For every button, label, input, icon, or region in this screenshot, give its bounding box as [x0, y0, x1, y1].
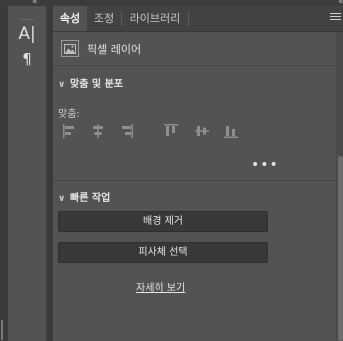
quick-actions-header[interactable]: ∨ 빠른 작업 [58, 189, 110, 204]
panel-tab-bar: 속성 조정 라이브러리 [53, 6, 343, 32]
layer-type-row: 픽셀 레이어 [53, 32, 336, 66]
align-label: 맞춤: [58, 109, 80, 120]
quick-actions-title: 빠른 작업 [70, 193, 111, 204]
more-options-icon[interactable]: ••• [251, 157, 279, 173]
tab-divider [188, 11, 189, 26]
layer-type-label: 픽셀 레이어 [87, 43, 142, 56]
align-distribute-title: 맞춤 및 분포 [70, 79, 123, 90]
tab-adjustments[interactable]: 조정 [87, 6, 121, 31]
dock-resize-handle[interactable] [1, 320, 3, 340]
paragraph-panel-icon[interactable]: ¶ [8, 48, 46, 70]
align-right-edges-icon[interactable] [118, 123, 134, 139]
align-bottom-edges-icon[interactable] [223, 123, 239, 139]
character-panel-icon[interactable]: A| [8, 23, 46, 45]
chevron-down-icon: ∨ [58, 80, 66, 90]
align-left-edges-icon[interactable] [62, 123, 78, 139]
tab-libraries[interactable]: 라이브러리 [122, 6, 188, 31]
align-horizontal-centers-icon[interactable] [90, 123, 106, 139]
align-vertical-centers-icon[interactable] [194, 123, 210, 139]
left-dock-edge [0, 6, 8, 341]
align-distribute-header[interactable]: ∨ 맞춤 및 분포 [58, 75, 123, 90]
remove-background-button[interactable]: 배경 제거 [58, 211, 268, 232]
tab-properties[interactable]: 속성 [53, 6, 87, 31]
panel-menu-icon[interactable] [330, 13, 341, 22]
align-top-edges-icon[interactable] [163, 123, 179, 139]
panel-icon-strip: A| ¶ [8, 6, 47, 341]
panel-content: 픽셀 레이어 ∨ 맞춤 및 분포 맞춤: ••• ∨ 빠른 작업 배경 제거 피… [53, 32, 336, 341]
select-subject-button[interactable]: 피사체 선택 [58, 242, 268, 263]
pixel-layer-icon [61, 40, 79, 57]
properties-panel: 속성 조정 라이브러리 픽셀 레이어 ∨ 맞춤 및 분포 맞춤: ••• ∨ 빠… [53, 6, 343, 341]
view-more-link[interactable]: 자세히 보기 [136, 279, 185, 294]
section-divider [53, 180, 336, 181]
scrollbar-thumb[interactable] [338, 156, 343, 341]
strip-divider [20, 19, 34, 20]
chevron-down-icon: ∨ [58, 194, 66, 204]
